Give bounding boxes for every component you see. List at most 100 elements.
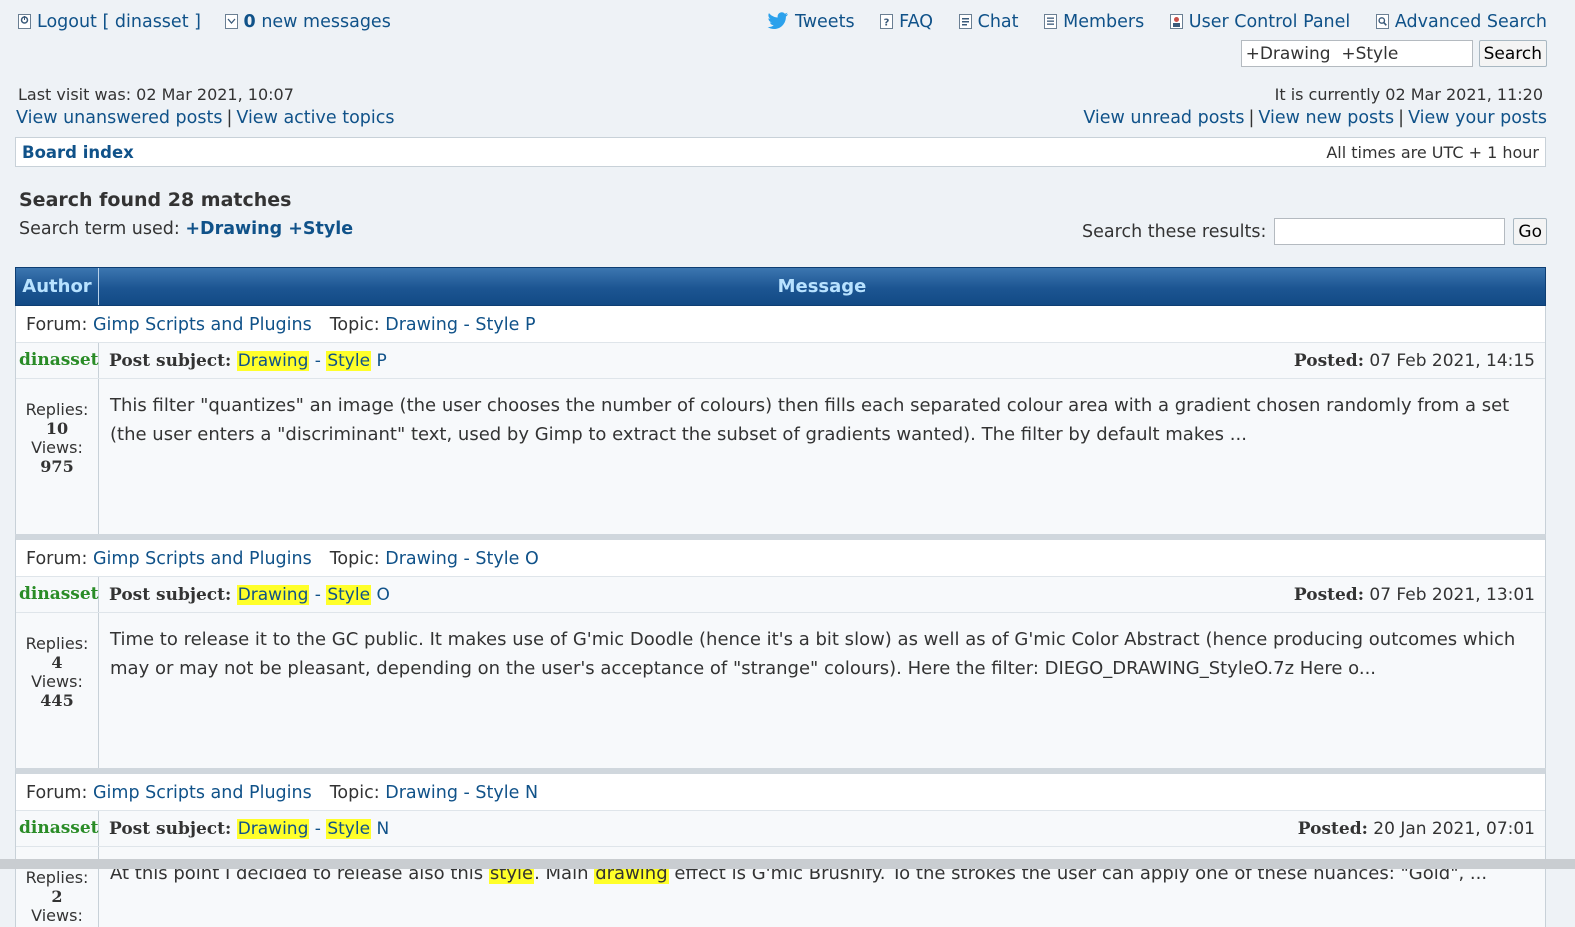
timezone-text: All times are UTC + 1 hour [1326,143,1539,162]
logout-label: Logout [37,12,97,32]
search-result: Forum: Gimp Scripts and Plugins Topic: Dr… [15,768,1546,927]
nav-user-control-panel[interactable]: User Control Panel [1169,12,1356,32]
current-time-text: It is currently 02 Mar 2021, 11:20 [1274,85,1543,104]
view-active-link[interactable]: View active topics [236,108,394,128]
post-subject: Post subject: Drawing - Style N Posted: … [99,811,1545,846]
nav-chat[interactable]: Chat [958,12,1024,32]
posted-date: Posted: 07 Feb 2021, 13:01 [1294,585,1535,605]
topic-link[interactable]: Drawing - Style N [385,783,538,803]
view-links-right: View unread posts | View new posts | View yo… [1083,108,1547,128]
replies-label: Replies: [25,868,89,887]
quick-search-input[interactable] [1240,40,1473,67]
topic-link[interactable]: Drawing - Style P [385,315,535,335]
subject-dash: - [314,819,321,839]
subject-dash: - [314,351,321,371]
user-control-panel-icon [1169,14,1183,29]
post-subject-link[interactable]: Drawing - Style O [236,585,390,605]
members-icon [1044,14,1058,29]
main-nav: Tweets ? FAQ Chat Members User Control Pa… [747,12,1547,32]
logout-link[interactable]: Logout [ dinasset ] [18,12,207,32]
separator: | [1398,108,1405,128]
message-excerpt: This filter "quantizes" an image (the us… [110,395,1510,445]
topic-label: Topic: [329,783,380,803]
search-these-results: Search these results: Go [1082,218,1547,245]
view-links-left: View unanswered posts | View active topics [16,108,394,128]
views-label: Views: [31,672,83,691]
highlight-drawing: Drawing [236,351,310,371]
faq-icon: ? [880,14,894,29]
posted-label: Posted: [1293,351,1364,371]
search-these-label: Search these results: [1082,221,1267,242]
nav-members[interactable]: Members [1044,12,1150,32]
board-index-link[interactable]: Board index [22,143,134,162]
message-excerpt: Time to release it to the GC public. It … [110,629,1516,679]
window-bottom-edge [0,859,1575,869]
result-body-row: Replies: 4 Views: 445 Time to release it… [16,613,1545,768]
new-messages-link[interactable]: 0 new messages [224,12,391,32]
separator: | [1248,108,1255,128]
chat-icon [958,14,972,29]
posted-label: Posted: [1293,585,1364,605]
views-count: 445 [40,691,74,710]
user-links: Logout [ dinasset ] 0 new messages [18,12,409,32]
post-subject-label: Post subject: [109,351,232,371]
author-name[interactable]: dinasset [16,811,99,846]
views-label: Views: [31,906,83,925]
new-messages-label: new messages [261,12,391,32]
highlight-drawing: Drawing [236,819,310,839]
views-label: Views: [31,438,83,457]
posted-value: 07 Feb 2021, 14:15 [1369,351,1535,371]
top-bar: Logout [ dinasset ] 0 new messages Tweet… [16,12,1547,38]
result-body-row: Replies: 10 Views: 975 This filter "quan… [16,379,1545,534]
highlight-drawing: Drawing [236,585,310,605]
result-forum-row: Forum: Gimp Scripts and Plugins Topic: Dr… [16,540,1545,577]
nav-advanced-search[interactable]: Advanced Search [1375,12,1547,32]
forum-label: Forum: [26,549,88,569]
posted-value: 20 Jan 2021, 07:01 [1373,819,1535,839]
author-name[interactable]: dinasset [16,343,99,378]
breadcrumb-bar: Board index All times are UTC + 1 hour [15,137,1546,167]
svg-text:?: ? [884,18,890,29]
replies-count: 4 [51,653,63,672]
topic-label: Topic: [329,549,380,569]
message-column-header: Message [777,276,867,297]
messages-icon [224,14,238,29]
replies-label: Replies: [25,400,89,419]
post-subject-link[interactable]: Drawing - Style N [236,819,390,839]
forum-link[interactable]: Gimp Scripts and Plugins [93,783,312,803]
subject-dash: - [314,585,321,605]
go-button[interactable]: Go [1513,218,1547,245]
view-your-posts-link[interactable]: View your posts [1408,108,1547,128]
quick-search-button[interactable]: Search [1478,40,1547,67]
search-these-input[interactable] [1274,218,1506,245]
result-forum-row: Forum: Gimp Scripts and Plugins Topic: Dr… [16,774,1545,811]
post-stats: Replies: 4 Views: 445 [16,613,99,768]
result-subject-row: dinasset Post subject: Drawing - Style P… [16,343,1545,379]
posted-date: Posted: 20 Jan 2021, 07:01 [1298,819,1535,839]
nav-members-label: Members [1063,12,1145,32]
search-term-value[interactable]: +Drawing +Style [185,219,353,239]
views-count: 975 [40,457,74,476]
separator: | [226,108,233,128]
nav-tweets[interactable]: Tweets [767,12,860,32]
view-unanswered-link[interactable]: View unanswered posts [16,108,222,128]
author-name[interactable]: dinasset [16,577,99,612]
nav-advanced-search-label: Advanced Search [1394,12,1547,32]
highlight-style: Style [326,819,372,839]
subject-suffix: N [376,819,390,839]
topic-link[interactable]: Drawing - Style O [385,549,539,569]
results-table: Author Message Forum: Gimp Scripts and P… [15,267,1546,927]
replies-label: Replies: [25,634,89,653]
subject-suffix: O [376,585,390,605]
forum-link[interactable]: Gimp Scripts and Plugins [93,549,312,569]
result-subject-row: dinasset Post subject: Drawing - Style O… [16,577,1545,613]
view-new-link[interactable]: View new posts [1258,108,1394,128]
nav-faq[interactable]: ? FAQ [880,12,938,32]
forum-label: Forum: [26,315,88,335]
post-subject-link[interactable]: Drawing - Style P [236,351,387,371]
view-unread-link[interactable]: View unread posts [1083,108,1244,128]
logout-icon [18,14,31,29]
nav-ucp-label: User Control Panel [1188,12,1351,32]
forum-link[interactable]: Gimp Scripts and Plugins [93,315,312,335]
twitter-icon [767,12,789,29]
